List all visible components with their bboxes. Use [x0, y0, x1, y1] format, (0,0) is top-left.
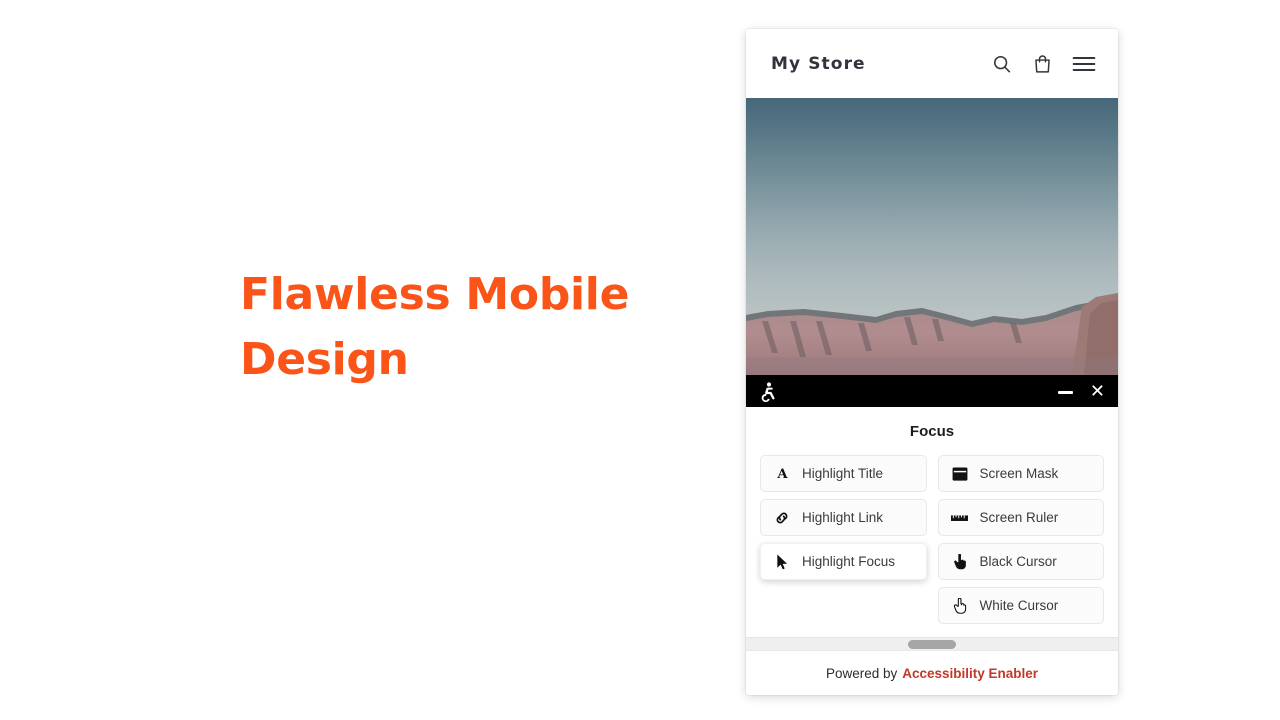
panel-scrollbar-track[interactable]: [746, 637, 1118, 650]
accessibility-panel: Focus A Highlight Title Highlight Link H…: [746, 407, 1118, 695]
option-highlight-link[interactable]: Highlight Link: [760, 499, 927, 536]
option-screen-mask[interactable]: Screen Mask: [937, 455, 1104, 492]
panel-section-title: Focus: [909, 423, 955, 440]
mouse-pointer-icon: [773, 554, 791, 570]
options-column-left: A Highlight Title Highlight Link Highlig…: [760, 455, 927, 624]
accessibility-person-icon[interactable]: [758, 381, 1058, 402]
svg-text:A: A: [776, 467, 788, 481]
hamburger-menu-icon[interactable]: [1072, 55, 1096, 73]
link-chain-icon: [773, 510, 791, 526]
accessibility-widget-titlebar: ✕: [746, 375, 1118, 407]
hero-image: [746, 98, 1118, 375]
screen-mask-icon: [951, 466, 969, 481]
option-highlight-focus[interactable]: Highlight Focus: [760, 543, 927, 580]
window-controls: ✕: [1057, 382, 1105, 400]
mobile-device-mockup: My Store ✕ Focus A Highlight Title Highl…: [746, 29, 1118, 695]
option-label: Screen Ruler: [979, 509, 1059, 525]
option-label: White Cursor: [979, 597, 1059, 613]
panel-footer: Powered by Accessibility Enabler: [746, 650, 1118, 695]
store-header-icons: [991, 53, 1096, 75]
option-label: Screen Mask: [979, 465, 1059, 481]
option-white-cursor[interactable]: White Cursor: [937, 587, 1104, 624]
option-label: Highlight Focus: [802, 553, 896, 569]
store-title: My Store: [771, 53, 866, 74]
panel-scrollbar-thumb[interactable]: [908, 639, 956, 649]
promo-headline: Flawless Mobile Design: [240, 269, 630, 386]
screenshot-root: Flawless Mobile Design My Store ✕ Focus …: [0, 0, 1280, 720]
close-icon[interactable]: ✕: [1090, 382, 1105, 400]
letter-a-icon: A: [773, 466, 791, 481]
accessibility-enabler-link[interactable]: Accessibility Enabler: [902, 666, 1038, 681]
option-black-cursor[interactable]: Black Cursor: [937, 543, 1104, 580]
option-label: Highlight Link: [802, 509, 884, 525]
option-label: Black Cursor: [979, 553, 1057, 569]
search-icon[interactable]: [991, 53, 1013, 75]
option-screen-ruler[interactable]: Screen Ruler: [937, 499, 1104, 536]
shopping-bag-icon[interactable]: [1032, 53, 1053, 75]
option-label: Highlight Title: [802, 465, 884, 481]
black-cursor-icon: [951, 553, 969, 570]
white-cursor-icon: [951, 597, 969, 614]
option-highlight-title[interactable]: A Highlight Title: [760, 455, 927, 492]
accessibility-options-grid: A Highlight Title Highlight Link Highlig…: [746, 455, 1118, 629]
ruler-icon: [951, 513, 969, 523]
store-header: My Store: [746, 29, 1118, 98]
powered-by-text: Powered by: [825, 665, 898, 681]
options-column-right: Screen Mask Screen Ruler Black Cursor Wh…: [937, 455, 1104, 624]
hero-canyon: [746, 291, 1118, 375]
